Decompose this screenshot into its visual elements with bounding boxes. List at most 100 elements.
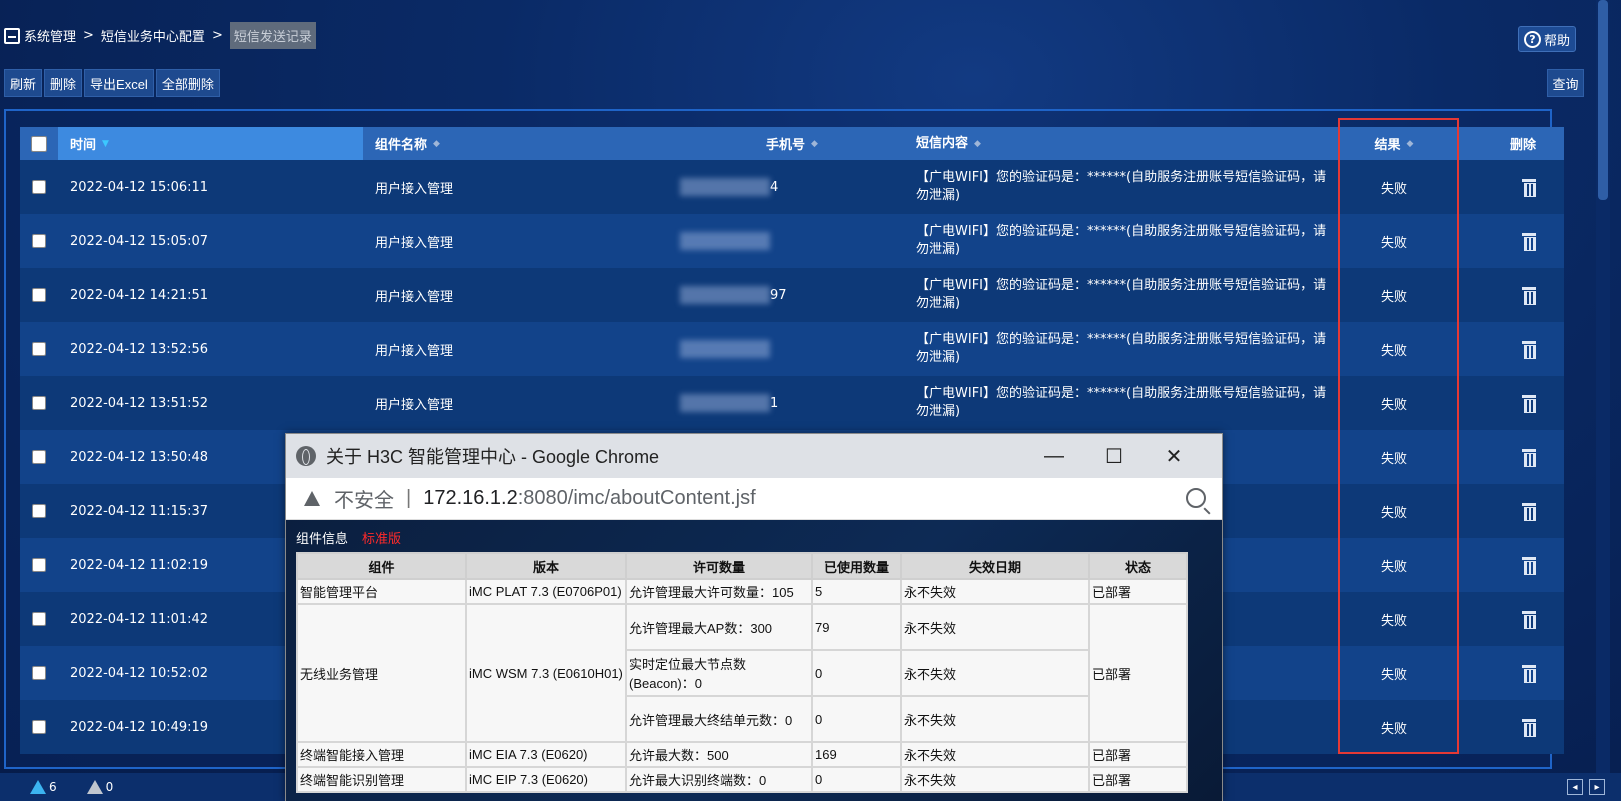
cell-content: 【广电WIFI】您的验证码是：******(自助服务注册账号短信验证码，请勿泄漏… xyxy=(916,170,1327,203)
header-content[interactable]: 短信内容 ◆ xyxy=(904,127,1334,160)
alarm-status[interactable]: 6 xyxy=(30,780,57,794)
cell-component: 无线业务管理 xyxy=(296,603,467,743)
row-checkbox[interactable] xyxy=(32,342,46,356)
header-time-label: 时间 xyxy=(70,138,97,153)
cell-delete xyxy=(1454,592,1564,646)
header-phone[interactable]: 手机号 ◆ xyxy=(668,127,904,160)
table-row: 无线业务管理 iMC WSM 7.3 (E0610H01) 允许管理最大AP数：… xyxy=(296,603,1188,743)
warning-icon xyxy=(304,491,320,506)
cell-used: 5 xyxy=(811,578,902,605)
masked-phone xyxy=(680,394,770,412)
select-all-checkbox[interactable] xyxy=(31,135,47,152)
delete-button[interactable]: 删除 xyxy=(44,69,83,97)
cell-version: iMC EIP 7.3 (E0620) xyxy=(465,766,627,793)
trash-icon[interactable] xyxy=(1522,664,1536,683)
delete-all-button[interactable]: 全部删除 xyxy=(155,69,220,97)
table-row[interactable]: 2022-04-12 13:52:56 用户接入管理 【广电WIFI】您的验证码是：… xyxy=(20,322,1564,376)
cell-used: 0 xyxy=(811,649,902,697)
table-row[interactable]: 2022-04-12 13:51:52 用户接入管理 1 【广电WIFI】您的验证码是… xyxy=(20,376,1564,430)
cell-delete xyxy=(1454,484,1564,538)
other-status[interactable]: 0 xyxy=(86,780,114,794)
collapse-icon[interactable]: ◂ xyxy=(1567,779,1583,795)
trash-icon[interactable] xyxy=(1522,448,1536,467)
address-separator: | xyxy=(406,487,412,509)
masked-phone xyxy=(680,178,770,196)
other-count: 0 xyxy=(105,780,114,794)
breadcrumb-separator: > xyxy=(211,28,223,43)
row-checkbox[interactable] xyxy=(32,450,46,464)
row-checkbox[interactable] xyxy=(32,234,46,248)
breadcrumb-sms-config[interactable]: 短信业务中心配置 xyxy=(101,26,205,45)
cell-license: 允许最大识别终端数：0 xyxy=(625,766,813,793)
trash-icon[interactable] xyxy=(1522,178,1536,197)
license-table: 组件 版本 许可数量 已使用数量 失效日期 状态 智能管理平台 iMC PLAT… xyxy=(296,552,1188,793)
grid-header: 时间 ▼ 组件名称 ◆ 手机号 ◆ 短信内容 ◆ 结果 ◆ 删除 xyxy=(20,127,1564,160)
trash-icon[interactable] xyxy=(1522,394,1536,413)
row-checkbox[interactable] xyxy=(32,180,46,194)
row-select-cell xyxy=(20,646,58,700)
cell-component: 用户接入管理 xyxy=(375,397,454,413)
row-checkbox[interactable] xyxy=(32,288,46,302)
row-checkbox[interactable] xyxy=(32,612,46,626)
phone-tail: 4 xyxy=(770,179,779,195)
cell-delete xyxy=(1454,430,1564,484)
header-time[interactable]: 时间 ▼ xyxy=(58,127,363,160)
row-checkbox[interactable] xyxy=(32,504,46,518)
trash-icon[interactable] xyxy=(1522,718,1536,737)
cell-time: 2022-04-12 13:52:56 xyxy=(70,341,209,357)
table-row[interactable]: 2022-04-12 15:06:11 用户接入管理 4 【广电WIFI】您的验证码是… xyxy=(20,160,1564,214)
row-checkbox[interactable] xyxy=(32,558,46,572)
table-header-row: 组件 版本 许可数量 已使用数量 失效日期 状态 xyxy=(296,552,1188,580)
row-select-cell xyxy=(20,592,58,646)
row-select-cell xyxy=(20,538,58,592)
scrollbar-thumb[interactable] xyxy=(1598,0,1608,200)
header-component[interactable]: 组件名称 ◆ xyxy=(363,127,668,160)
cell-phone xyxy=(668,214,904,268)
cell-component: 用户接入管理 xyxy=(375,289,454,305)
phone-tail: 97 xyxy=(770,287,787,303)
trash-icon[interactable] xyxy=(1522,340,1536,359)
help-button[interactable]: ? 帮助 xyxy=(1518,26,1576,52)
row-select-cell xyxy=(20,214,58,268)
row-checkbox[interactable] xyxy=(32,396,46,410)
trash-icon[interactable] xyxy=(1522,286,1536,305)
maximize-button[interactable]: ☐ xyxy=(1084,434,1144,478)
top-bar: 系统管理 > 短信业务中心配置 > 短信发送记录 ? 帮助 xyxy=(0,0,1621,60)
table-row[interactable]: 2022-04-12 14:21:51 用户接入管理 97 【广电WIFI】您的验证码… xyxy=(20,268,1564,322)
cell-content: 【广电WIFI】您的验证码是：******(自助服务注册账号短信验证码，请勿泄漏… xyxy=(916,278,1327,311)
zoom-icon[interactable] xyxy=(1186,488,1206,508)
cell-time: 2022-04-12 15:06:11 xyxy=(70,179,209,195)
about-content: 组件信息 标准版 组件 版本 许可数量 已使用数量 失效日期 状态 智能管理平台 … xyxy=(286,520,1222,801)
expand-icon[interactable]: ▸ xyxy=(1589,779,1605,795)
trash-icon[interactable] xyxy=(1522,556,1536,575)
trash-icon[interactable] xyxy=(1522,502,1536,521)
window-title-bar[interactable]: 关于 H3C 智能管理中心 - Google Chrome — ☐ ✕ xyxy=(286,434,1222,478)
table-row[interactable]: 2022-04-12 15:05:07 用户接入管理 【广电WIFI】您的验证码是：… xyxy=(20,214,1564,268)
row-select-cell xyxy=(20,376,58,430)
trash-icon[interactable] xyxy=(1522,232,1536,251)
url-host: 172.16.1.2 xyxy=(423,487,518,509)
row-checkbox[interactable] xyxy=(32,720,46,734)
cell-license: 允许最大数：500 xyxy=(625,741,813,768)
row-checkbox[interactable] xyxy=(32,666,46,680)
breadcrumb-system[interactable]: 系统管理 xyxy=(24,26,76,45)
cell-state: 已部署 xyxy=(1088,578,1188,605)
close-button[interactable]: ✕ xyxy=(1144,434,1204,478)
cell-delete xyxy=(1454,160,1564,214)
th-version: 版本 xyxy=(465,552,627,580)
cell-license: 实时定位最大节点数(Beacon)：0 xyxy=(625,649,813,697)
query-button[interactable]: 查询 xyxy=(1547,69,1584,97)
cell-delete xyxy=(1454,538,1564,592)
export-excel-button[interactable]: 导出Excel xyxy=(84,69,154,97)
masked-phone xyxy=(680,286,770,304)
minimize-button[interactable]: — xyxy=(1024,434,1084,478)
row-select-cell xyxy=(20,268,58,322)
address-bar[interactable]: 不安全 | 172.16.1.2:8080/imc/aboutContent.j… xyxy=(286,478,1222,520)
refresh-button[interactable]: 刷新 xyxy=(4,69,43,97)
cell-state: 已部署 xyxy=(1088,603,1188,743)
trash-icon[interactable] xyxy=(1522,610,1536,629)
table-row: 终端智能接入管理 iMC EIA 7.3 (E0620) 允许最大数：500 1… xyxy=(296,741,1188,768)
edition-label: 标准版 xyxy=(362,531,402,546)
cell-expire: 永不失效 xyxy=(900,603,1090,651)
help-icon: ? xyxy=(1523,30,1541,48)
